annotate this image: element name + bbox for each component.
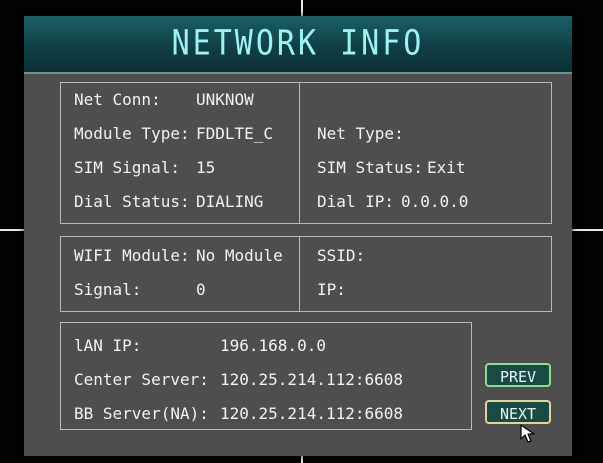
dial-ip-label: Dial IP: bbox=[317, 192, 395, 211]
net-type-label: Net Type: bbox=[317, 124, 404, 143]
network-info-dialog: NETWORK INFO Net Conn: UNKNOW Module Typ… bbox=[24, 16, 572, 456]
wifi-module-value: No Module bbox=[196, 246, 283, 265]
wifi-signal-label: Signal: bbox=[74, 280, 142, 299]
server-section: lAN IP: 196.168.0.0 Center Server: 120.2… bbox=[60, 322, 472, 430]
module-type-label: Module Type: bbox=[74, 124, 190, 143]
net-conn-value: UNKNOW bbox=[196, 90, 254, 109]
dial-status-label: Dial Status: bbox=[74, 192, 190, 211]
dvr-screen: NETWORK INFO Net Conn: UNKNOW Module Typ… bbox=[0, 0, 603, 463]
wifi-signal-value: 0 bbox=[196, 280, 206, 299]
dial-ip-value: 0.0.0.0 bbox=[401, 192, 469, 211]
center-server-label: Center Server: bbox=[74, 370, 209, 389]
cellular-divider bbox=[299, 83, 300, 223]
lan-ip-value: 196.168.0.0 bbox=[220, 336, 326, 355]
wifi-module-label: WIFI Module: bbox=[74, 246, 190, 265]
page-title: NETWORK INFO bbox=[171, 23, 425, 64]
sim-signal-label: SIM Signal: bbox=[74, 158, 180, 177]
wifi-divider bbox=[299, 237, 300, 311]
lan-ip-label: lAN IP: bbox=[74, 336, 142, 355]
next-button[interactable]: NEXT bbox=[485, 400, 551, 424]
bb-server-label: BB Server(NA): bbox=[74, 404, 209, 423]
net-conn-label: Net Conn: bbox=[74, 90, 161, 109]
dial-status-value: DIALING bbox=[196, 192, 264, 211]
sim-status-value: Exit bbox=[427, 158, 466, 177]
bb-server-value: 120.25.214.112:6608 bbox=[220, 404, 404, 423]
wifi-ip-label: IP: bbox=[317, 280, 346, 299]
title-bar: NETWORK INFO bbox=[24, 16, 572, 74]
center-server-value: 120.25.214.112:6608 bbox=[220, 370, 404, 389]
sim-status-label: SIM Status: bbox=[317, 158, 423, 177]
mouse-pointer-icon bbox=[520, 424, 535, 443]
prev-button[interactable]: PREV bbox=[485, 363, 551, 387]
wifi-section: WIFI Module: No Module Signal: 0 SSID: I… bbox=[60, 236, 552, 312]
ssid-label: SSID: bbox=[317, 246, 366, 265]
cellular-section: Net Conn: UNKNOW Module Type: FDDLTE_C S… bbox=[60, 82, 552, 224]
module-type-value: FDDLTE_C bbox=[196, 124, 274, 143]
sim-signal-value: 15 bbox=[196, 158, 216, 177]
